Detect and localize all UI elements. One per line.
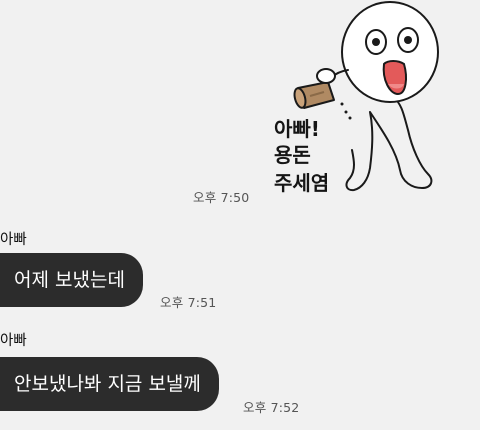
sticker-text-line-2: 용돈 xyxy=(274,143,311,167)
message-bubble[interactable]: 안보냈나봐 지금 보낼께 xyxy=(0,357,219,411)
sender-name: 아빠 xyxy=(0,333,27,349)
sticker-eye-right xyxy=(397,27,419,53)
chat-area: 아빠! 용돈 주세염 오후 7:50 아빠 어제 보냈는데 오후 7:51 아빠… xyxy=(0,0,480,430)
message-time: 오후 7:50 xyxy=(193,190,250,205)
sticker-message[interactable]: 아빠! 용돈 주세염 xyxy=(262,0,454,200)
sticker-text-line-3: 주세염 xyxy=(274,171,329,195)
message-bubble[interactable]: 어제 보냈는데 xyxy=(0,253,143,307)
message-time: 오후 7:51 xyxy=(160,295,217,310)
sticker-eye-left xyxy=(365,29,387,55)
jar-icon xyxy=(293,81,335,109)
sender-name: 아빠 xyxy=(0,232,27,248)
sticker-image: 아빠! 용돈 주세염 xyxy=(274,1,439,195)
sticker-text-line-1: 아빠! xyxy=(274,117,320,141)
message-time: 오후 7:52 xyxy=(243,400,300,415)
